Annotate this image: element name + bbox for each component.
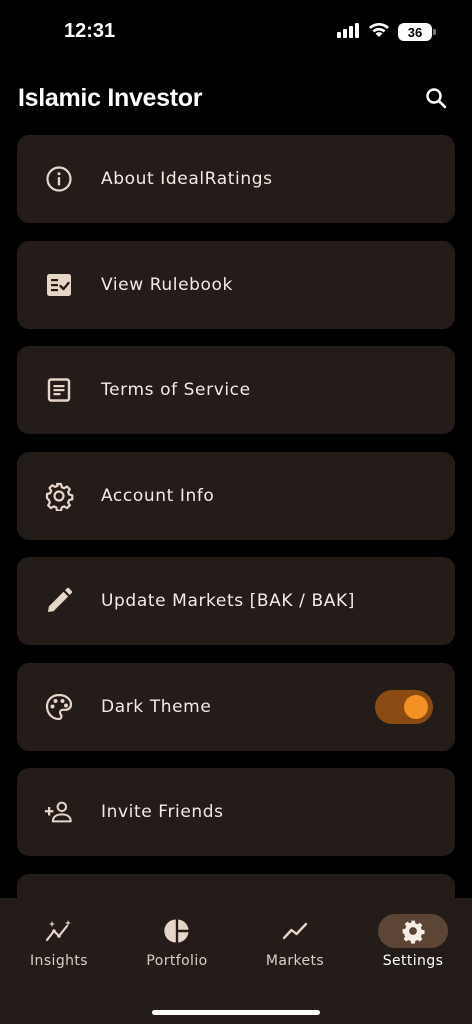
nav-icon-container <box>142 914 212 948</box>
nav-settings[interactable]: Settings <box>354 914 472 969</box>
home-indicator[interactable] <box>152 1010 320 1015</box>
settings-menu: About IdealRatings View Rulebook Terms o… <box>17 135 455 931</box>
menu-item-label: View Rulebook <box>101 274 233 295</box>
menu-item-update-markets[interactable]: Update Markets [BAK / BAK] <box>17 557 455 645</box>
menu-item-about[interactable]: About IdealRatings <box>17 135 455 223</box>
battery-indicator: 36 <box>398 23 436 41</box>
cellular-signal-icon <box>336 22 360 42</box>
pencil-icon <box>44 586 74 616</box>
menu-item-terms[interactable]: Terms of Service <box>17 346 455 434</box>
gear-icon <box>44 481 74 511</box>
nav-label: Settings <box>382 953 444 969</box>
menu-item-invite-friends[interactable]: Invite Friends <box>17 768 455 856</box>
search-icon <box>426 88 447 109</box>
nav-icon-container <box>260 914 330 948</box>
status-bar: 12:31 36 <box>0 0 472 64</box>
bottom-nav: Insights Portfolio Markets Settings <box>0 898 472 1024</box>
pie-chart-icon <box>164 919 189 943</box>
app-header: Islamic Investor <box>18 78 454 118</box>
nav-portfolio[interactable]: Portfolio <box>118 914 236 969</box>
menu-item-label: Dark Theme <box>101 696 212 717</box>
nav-label: Markets <box>265 953 325 969</box>
menu-item-account-info[interactable]: Account Info <box>17 451 455 540</box>
nav-markets[interactable]: Markets <box>236 914 354 969</box>
info-icon <box>44 164 74 194</box>
nav-label: Portfolio <box>146 953 208 969</box>
toggle-knob <box>404 694 428 719</box>
menu-item-label: Invite Friends <box>101 802 224 822</box>
nav-insights[interactable]: Insights <box>0 914 118 969</box>
trend-line-icon <box>282 922 308 940</box>
checklist-icon <box>44 270 74 300</box>
menu-item-rulebook[interactable]: View Rulebook <box>17 240 455 329</box>
menu-item-dark-theme: Dark Theme <box>17 662 455 751</box>
dark-theme-toggle[interactable] <box>375 689 433 724</box>
gear-icon <box>402 920 425 944</box>
search-button[interactable] <box>418 80 454 116</box>
status-time: 12:31 <box>64 20 116 42</box>
add-person-icon <box>44 797 74 827</box>
menu-item-label: Terms of Service <box>101 380 251 400</box>
palette-icon <box>44 692 74 722</box>
nav-label: Insights <box>30 953 88 969</box>
status-icons: 36 <box>336 22 436 42</box>
page-title: Islamic Investor <box>18 83 203 112</box>
menu-item-label: About IdealRatings <box>101 169 273 189</box>
wifi-icon <box>368 22 390 42</box>
document-icon <box>44 375 74 405</box>
menu-item-label: Account Info <box>101 485 215 506</box>
nav-icon-container <box>378 914 448 948</box>
menu-item-label: Update Markets [BAK / BAK] <box>101 591 355 611</box>
nav-icon-container <box>24 914 94 948</box>
sparkle-chart-icon <box>45 920 71 942</box>
